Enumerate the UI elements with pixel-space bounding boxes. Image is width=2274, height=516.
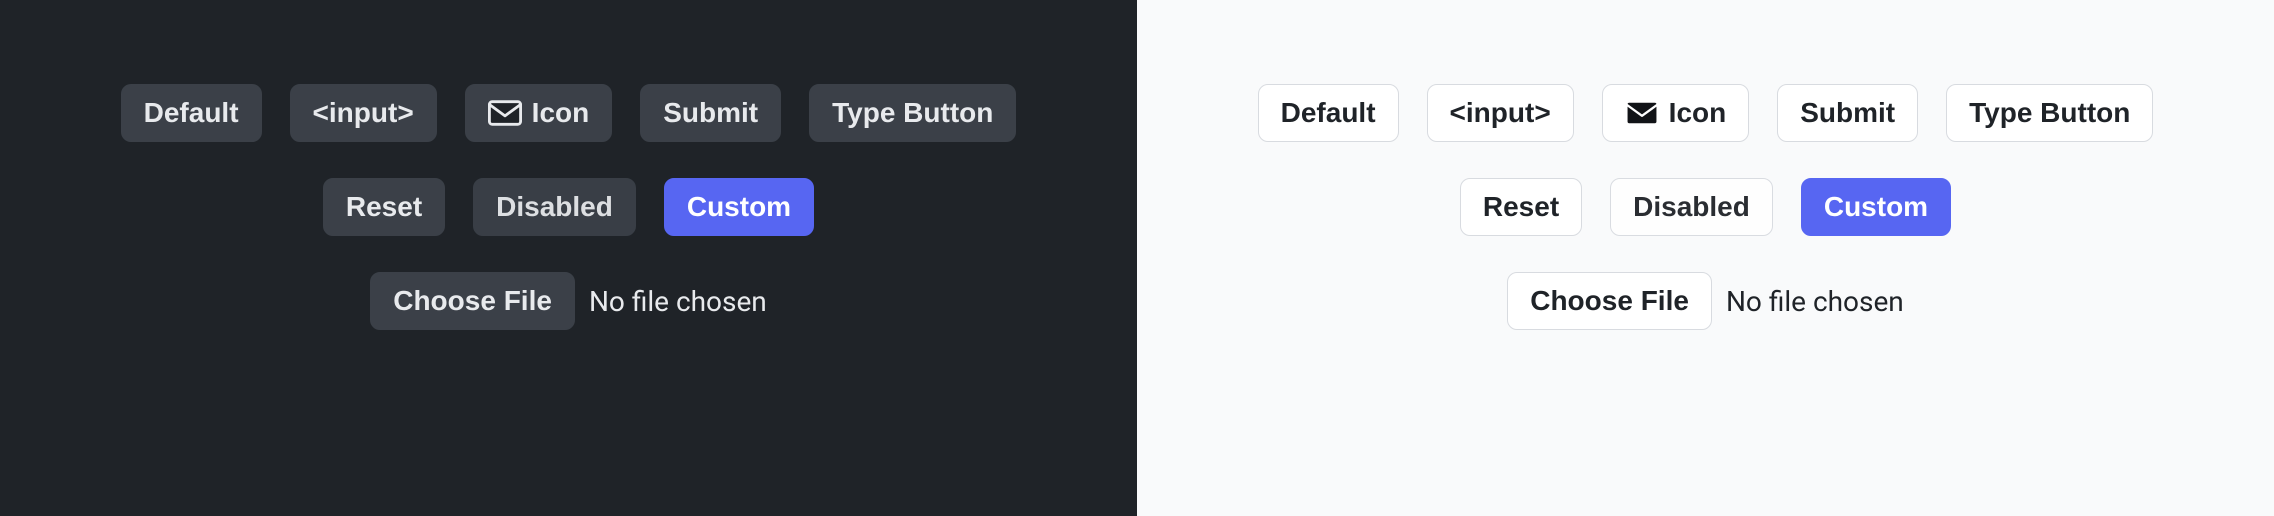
type-button[interactable]: Type Button: [809, 84, 1016, 142]
submit-button[interactable]: Submit: [640, 84, 781, 142]
dark-panel: Default <input> Icon Submit Type Button …: [0, 0, 1137, 516]
submit-button[interactable]: Submit: [1777, 84, 1918, 142]
file-status-text: No file chosen: [589, 285, 767, 318]
file-status-text: No file chosen: [1726, 285, 1904, 318]
input-button[interactable]: <input>: [290, 84, 437, 142]
custom-button[interactable]: Custom: [1801, 178, 1951, 236]
default-button[interactable]: Default: [1258, 84, 1399, 142]
disabled-button: Disabled: [1610, 178, 1773, 236]
input-button[interactable]: <input>: [1427, 84, 1574, 142]
row-2: Reset Disabled Custom: [1460, 178, 1951, 236]
icon-button[interactable]: Icon: [1602, 84, 1750, 142]
row-1: Default <input> Icon Submit Type Button: [1258, 84, 2154, 142]
row-1: Default <input> Icon Submit Type Button: [121, 84, 1017, 142]
choose-file-button[interactable]: Choose File: [370, 272, 575, 330]
custom-button[interactable]: Custom: [664, 178, 814, 236]
type-button[interactable]: Type Button: [1946, 84, 2153, 142]
choose-file-button[interactable]: Choose File: [1507, 272, 1712, 330]
default-button[interactable]: Default: [121, 84, 262, 142]
file-input-row: Choose File No file chosen: [1507, 272, 1904, 330]
reset-button[interactable]: Reset: [323, 178, 445, 236]
file-input-row: Choose File No file chosen: [370, 272, 767, 330]
row-2: Reset Disabled Custom: [323, 178, 814, 236]
light-panel: Default <input> Icon Submit Type Button …: [1137, 0, 2274, 516]
icon-button[interactable]: Icon: [465, 84, 613, 142]
icon-button-label: Icon: [1669, 99, 1727, 127]
mail-icon: [1625, 100, 1659, 126]
reset-button[interactable]: Reset: [1460, 178, 1582, 236]
disabled-button: Disabled: [473, 178, 636, 236]
icon-button-label: Icon: [532, 99, 590, 127]
mail-icon: [488, 100, 522, 126]
